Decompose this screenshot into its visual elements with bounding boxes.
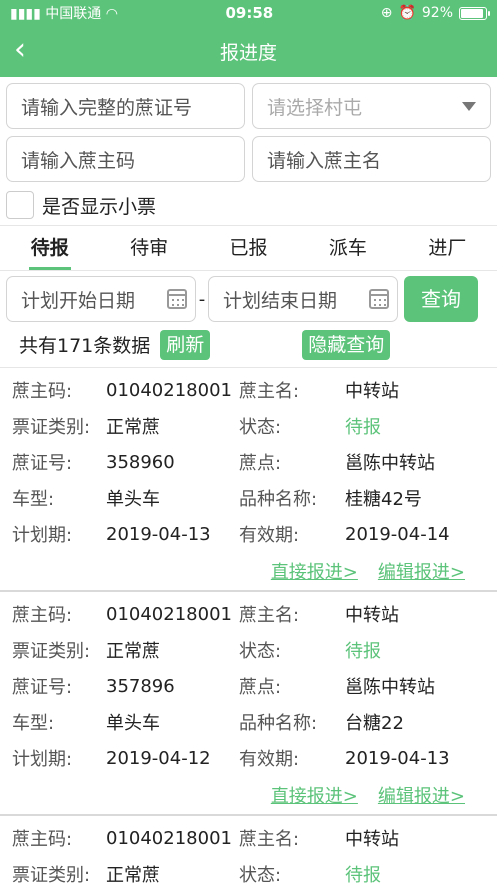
edit-report-link[interactable]: 编辑报进> bbox=[378, 558, 465, 584]
village-select[interactable]: 请选择村屯 bbox=[252, 83, 491, 129]
query-button[interactable]: 查询 bbox=[404, 276, 478, 322]
value-cert-type: 正常蔗 bbox=[106, 865, 160, 883]
value-farmer-name: 中转站 bbox=[345, 605, 399, 626]
direct-report-link[interactable]: 直接报进> bbox=[271, 782, 358, 808]
value-status: 待报 bbox=[345, 417, 381, 438]
label-cert-type: 票证类别: bbox=[12, 641, 91, 662]
value-status: 待报 bbox=[345, 865, 381, 883]
value-cert-no: 358960 bbox=[106, 451, 175, 473]
plan-end-date-placeholder: 计划结束日期 bbox=[223, 289, 338, 312]
status-right: ⊕ ⏰ 92% bbox=[380, 5, 490, 21]
plan-start-date-placeholder: 计划开始日期 bbox=[21, 289, 136, 312]
label-point: 蔗点: bbox=[239, 677, 282, 698]
label-cert-type: 票证类别: bbox=[12, 417, 91, 438]
label-farmer-code: 蔗主码: bbox=[12, 381, 73, 402]
plan-end-date-field[interactable]: 计划结束日期 bbox=[208, 276, 398, 322]
value-vehicle: 单头车 bbox=[106, 489, 160, 510]
label-plan-date: 计划期: bbox=[12, 525, 73, 546]
value-vehicle: 单头车 bbox=[106, 713, 160, 734]
label-status: 状态: bbox=[239, 641, 282, 662]
record-list: 蔗主码: 01040218001 蔗主名: 中转站 票证类别: 正常蔗 状态: 待报 蔗证号… bbox=[0, 368, 497, 883]
battery-icon bbox=[459, 6, 490, 20]
show-ticket-checkbox[interactable] bbox=[6, 191, 34, 219]
value-variety: 台糖22 bbox=[345, 713, 404, 734]
record-count: 共有171条数据 bbox=[19, 335, 151, 357]
carrier-name: 中国联通 bbox=[45, 6, 102, 22]
value-farmer-name: 中转站 bbox=[345, 381, 399, 402]
rotation-lock-icon: ⊕ bbox=[380, 5, 393, 21]
status-tabs: 待报 待审 已报 派车 进厂 bbox=[0, 225, 497, 271]
calendar-icon bbox=[167, 289, 187, 309]
tab-pending-report[interactable]: 待报 bbox=[0, 226, 99, 270]
hide-query-button[interactable]: 隐藏查询 bbox=[302, 329, 391, 360]
value-status: 待报 bbox=[345, 641, 381, 662]
label-status: 状态: bbox=[239, 865, 282, 883]
label-cert-type: 票证类别: bbox=[12, 865, 91, 883]
label-cert-no: 蔗证号: bbox=[12, 677, 73, 698]
village-select-placeholder: 请选择村屯 bbox=[267, 96, 363, 119]
label-farmer-name: 蔗主名: bbox=[239, 381, 300, 402]
carrier-info: ▮▮▮▮ 中国联通 ◠ bbox=[10, 3, 118, 23]
tab-entered[interactable]: 进厂 bbox=[398, 226, 497, 270]
signal-icon: ▮▮▮▮ bbox=[10, 6, 41, 22]
value-plan-date: 2019-04-12 bbox=[106, 747, 211, 769]
label-farmer-code: 蔗主码: bbox=[12, 829, 73, 850]
value-farmer-name: 中转站 bbox=[345, 829, 399, 850]
show-ticket-label: 是否显示小票 bbox=[42, 195, 157, 218]
label-variety: 品种名称: bbox=[239, 713, 318, 734]
label-vehicle: 车型: bbox=[12, 713, 55, 734]
filter-panel: 请输入完整的蔗证号 请选择村屯 请输入蔗主码 请输入蔗主名 是否显示小票 bbox=[0, 77, 497, 221]
back-arrow-icon[interactable]: ‹ bbox=[14, 34, 38, 66]
alarm-icon: ⏰ bbox=[398, 5, 416, 21]
wifi-icon: ◠ bbox=[105, 6, 118, 22]
label-status: 状态: bbox=[239, 417, 282, 438]
tab-reported[interactable]: 已报 bbox=[199, 226, 298, 270]
label-vehicle: 车型: bbox=[12, 489, 55, 510]
label-valid-date: 有效期: bbox=[239, 749, 300, 770]
value-farmer-code: 01040218001 bbox=[106, 603, 232, 625]
farmer-name-input[interactable]: 请输入蔗主名 bbox=[252, 136, 491, 182]
dropdown-caret-icon bbox=[462, 101, 476, 111]
status-bar: ▮▮▮▮ 中国联通 ◠ 09:58 ⊕ ⏰ 92% bbox=[0, 0, 497, 26]
battery-percent: 92% bbox=[421, 5, 453, 21]
date-filter-row: 计划开始日期 - 计划结束日期 查询 bbox=[0, 271, 497, 322]
calendar-icon bbox=[369, 289, 389, 309]
tab-dispatched[interactable]: 派车 bbox=[298, 226, 397, 270]
value-plan-date: 2019-04-13 bbox=[106, 523, 211, 545]
label-valid-date: 有效期: bbox=[239, 525, 300, 546]
value-cert-no: 357896 bbox=[106, 675, 175, 697]
summary-bar: 共有171条数据 刷新 隐藏查询 bbox=[0, 322, 497, 368]
value-farmer-code: 01040218001 bbox=[106, 827, 232, 849]
label-farmer-code: 蔗主码: bbox=[12, 605, 73, 626]
label-farmer-name: 蔗主名: bbox=[239, 829, 300, 850]
refresh-button[interactable]: 刷新 bbox=[160, 329, 211, 360]
value-cert-type: 正常蔗 bbox=[106, 417, 160, 438]
nav-bar: ‹ 报进度 bbox=[0, 26, 497, 77]
date-separator: - bbox=[198, 288, 206, 310]
value-cert-type: 正常蔗 bbox=[106, 641, 160, 662]
label-point: 蔗点: bbox=[239, 453, 282, 474]
label-variety: 品种名称: bbox=[239, 489, 318, 510]
value-point: 邕陈中转站 bbox=[345, 677, 435, 698]
value-valid-date: 2019-04-14 bbox=[345, 523, 450, 545]
direct-report-link[interactable]: 直接报进> bbox=[271, 558, 358, 584]
farmer-code-input[interactable]: 请输入蔗主码 bbox=[6, 136, 245, 182]
page-title: 报进度 bbox=[219, 42, 277, 64]
value-valid-date: 2019-04-13 bbox=[345, 747, 450, 769]
clock: 09:58 bbox=[225, 4, 274, 22]
record-card: 蔗主码: 01040218001 蔗主名: 中转站 票证类别: 正常蔗 状态: 待报 蔗证号… bbox=[0, 591, 497, 815]
label-plan-date: 计划期: bbox=[12, 749, 73, 770]
cane-cert-input[interactable]: 请输入完整的蔗证号 bbox=[6, 83, 245, 129]
record-card: 蔗主码: 01040218001 蔗主名: 中转站 票证类别: 正常蔗 状态: 待报 蔗证号… bbox=[0, 368, 497, 591]
record-card: 蔗主码: 01040218001 蔗主名: 中转站 票证类别: 正常蔗 状态: 待报 bbox=[0, 815, 497, 883]
value-point: 邕陈中转站 bbox=[345, 453, 435, 474]
tab-pending-review[interactable]: 待审 bbox=[99, 226, 198, 270]
edit-report-link[interactable]: 编辑报进> bbox=[378, 782, 465, 808]
value-farmer-code: 01040218001 bbox=[106, 379, 232, 401]
plan-start-date-field[interactable]: 计划开始日期 bbox=[6, 276, 196, 322]
label-farmer-name: 蔗主名: bbox=[239, 605, 300, 626]
label-cert-no: 蔗证号: bbox=[12, 453, 73, 474]
value-variety: 桂糖42号 bbox=[345, 489, 422, 510]
